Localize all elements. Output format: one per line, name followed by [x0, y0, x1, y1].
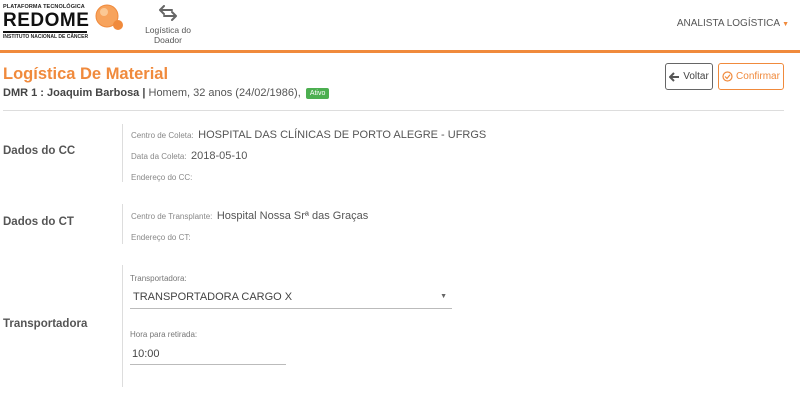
logo-mark-icon [95, 4, 123, 30]
carrier-select-value: TRANSPORTADORA CARGO X [133, 291, 293, 303]
ct-centro-row: Centro de Transplante: Hospital Nossa Sr… [131, 208, 368, 223]
ct-centro-label: Centro de Transplante: [131, 212, 213, 221]
section-title-ct: Dados do CT [3, 216, 74, 228]
patient-info: DMR 1 : Joaquim Barbosa | Homem, 32 anos… [3, 87, 330, 99]
nav-item-logistica-doador[interactable]: Logística do Doador [140, 4, 196, 45]
status-badge: Ativo [305, 88, 330, 99]
carrier-label: Transportadora: [130, 274, 187, 283]
cc-endereco-row: Endereço do CC: [131, 169, 486, 184]
redome-logo[interactable]: PLATAFORMA TECNOLÓGICA REDOME INSTITUTO … [3, 4, 123, 48]
section-body-cc: Centro de Coleta: HOSPITAL DAS CLÍNICAS … [122, 124, 486, 182]
cc-endereco-label: Endereço do CC: [131, 173, 193, 182]
page-title: Logística De Material [3, 65, 169, 83]
section-title-cc: Dados do CC [3, 145, 76, 157]
pickup-time-label: Hora para retirada: [130, 330, 198, 339]
ct-centro-value: Hospital Nossa Srª das Graças [216, 210, 369, 222]
user-menu[interactable]: ANALISTA LOGÍSTICA ▼ [677, 18, 789, 29]
confirm-button-label: Confirmar [736, 71, 780, 82]
carrier-select[interactable]: TRANSPORTADORA CARGO X ▼ [130, 287, 452, 309]
cc-data-row: Data da Coleta: 2018-05-10 [131, 148, 486, 163]
pickup-time-input[interactable] [130, 343, 286, 365]
ct-endereco-label: Endereço do CT: [131, 233, 191, 242]
check-circle-icon [722, 71, 733, 82]
confirm-button[interactable]: Confirmar [718, 63, 784, 90]
user-menu-label: ANALISTA LOGÍSTICA [676, 18, 781, 29]
patient-details: Homem, 32 anos (24/02/1986), [145, 87, 301, 99]
arrow-left-icon [669, 71, 680, 82]
swap-arrows-icon [159, 5, 177, 21]
cc-centro-value: HOSPITAL DAS CLÍNICAS DE PORTO ALEGRE - … [198, 129, 487, 141]
nav-item-label: Logística do Doador [145, 25, 191, 45]
section-body-transport [122, 265, 131, 387]
cc-data-value: 2018-05-10 [191, 150, 248, 162]
cc-centro-row: Centro de Coleta: HOSPITAL DAS CLÍNICAS … [131, 127, 486, 142]
cc-centro-label: Centro de Coleta: [131, 131, 194, 140]
logo-name: REDOME [3, 10, 90, 33]
cc-data-label: Data da Coleta: [131, 152, 187, 161]
title-divider [3, 110, 784, 111]
caret-down-icon: ▼ [782, 21, 789, 28]
back-button[interactable]: Voltar [665, 63, 713, 90]
ct-endereco-row: Endereço do CT: [131, 229, 368, 244]
patient-id-name: DMR 1 : Joaquim Barbosa | [3, 87, 146, 99]
select-arrow-icon: ▼ [440, 293, 447, 300]
section-title-transport: Transportadora [3, 318, 88, 330]
section-body-ct: Centro de Transplante: Hospital Nossa Sr… [122, 204, 368, 244]
top-header: PLATAFORMA TECNOLÓGICA REDOME INSTITUTO … [0, 0, 800, 53]
back-button-label: Voltar [683, 71, 709, 82]
